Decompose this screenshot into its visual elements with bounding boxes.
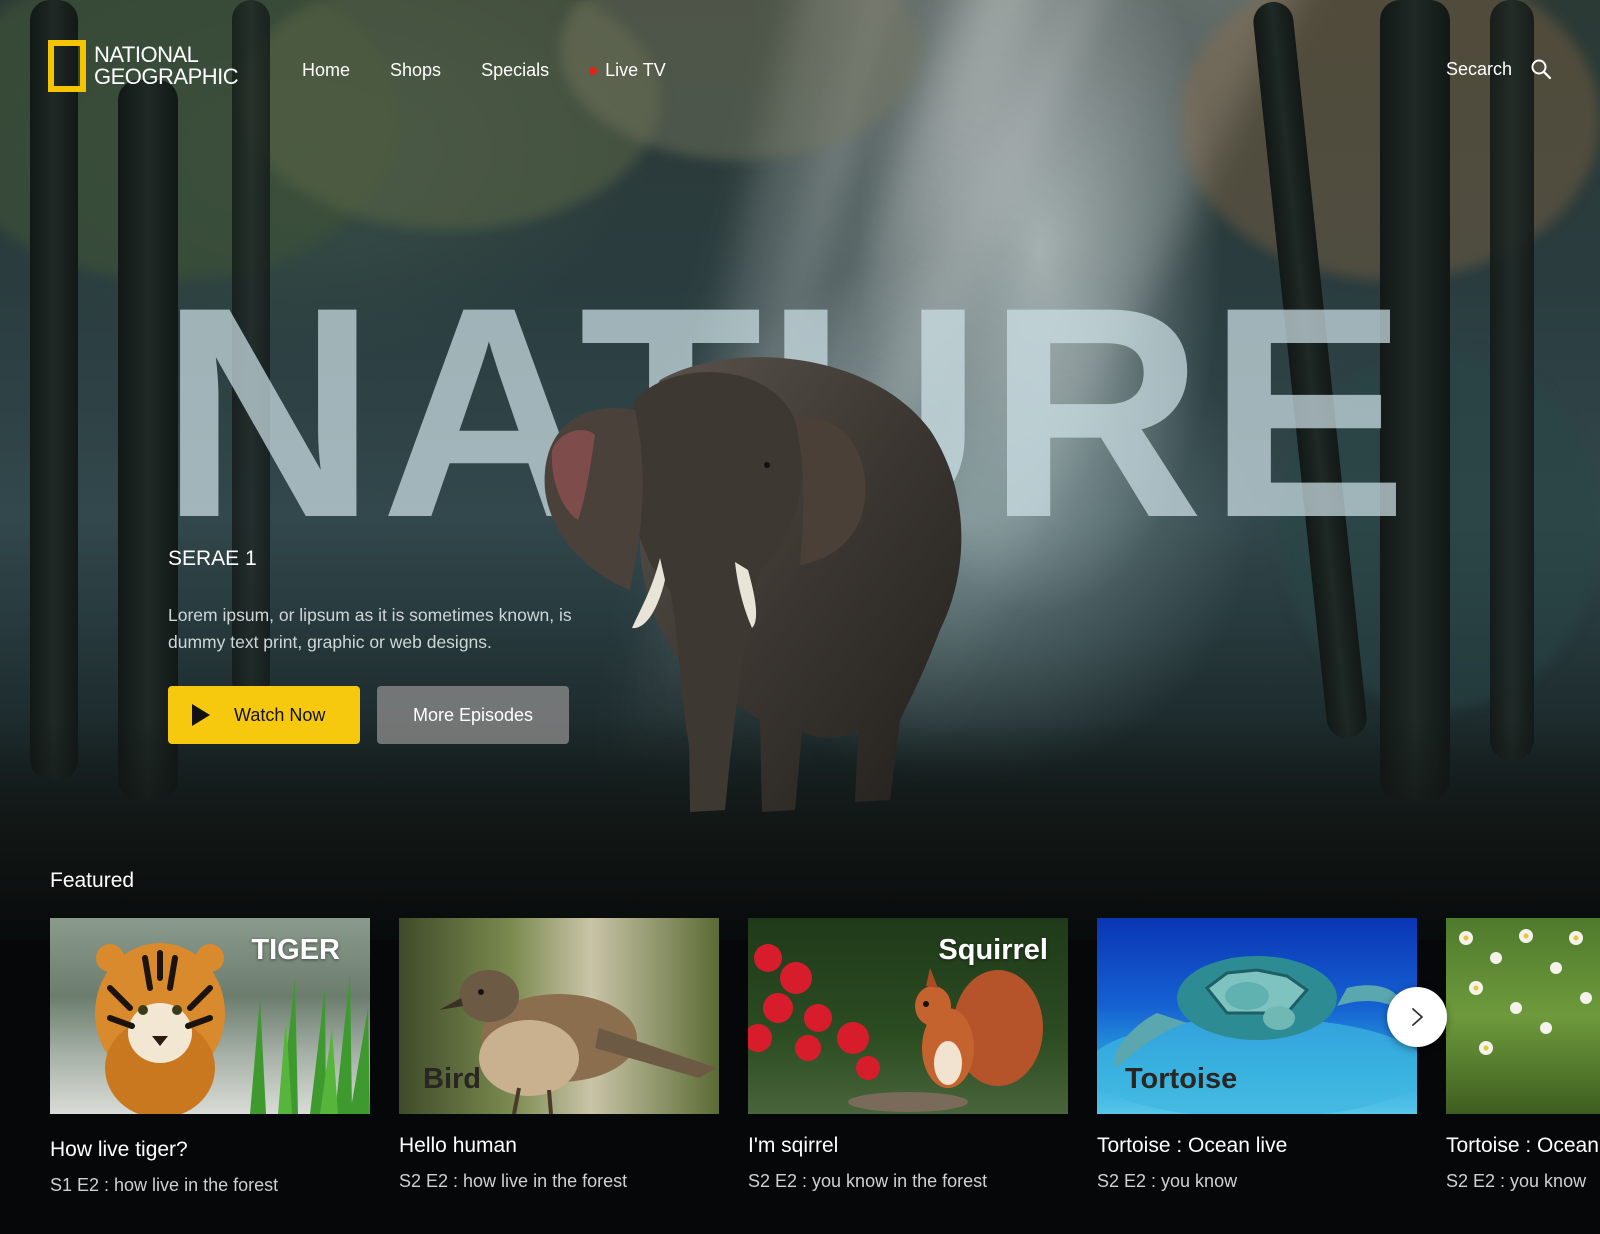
featured-card-tortoise[interactable]: Tortoise Tortoise : Ocean live S2 E2 : y…	[1097, 918, 1417, 1192]
more-episodes-button[interactable]: More Episodes	[377, 686, 569, 744]
play-icon	[192, 704, 210, 726]
card-title[interactable]: Hello human	[399, 1134, 719, 1158]
featured-card-bird[interactable]: Bird Hello human S2 E2 : how live in the…	[399, 918, 719, 1192]
live-indicator-icon	[589, 66, 598, 75]
featured-card-partial[interactable]: Tortoise : Ocean live S2 E2 : you know	[1446, 918, 1600, 1192]
watch-now-label: Watch Now	[234, 704, 326, 725]
tortoise-thumbnail[interactable]: Tortoise	[1097, 918, 1417, 1114]
card-title[interactable]: Tortoise : Ocean live	[1446, 1134, 1600, 1158]
nav-specials[interactable]: Specials	[481, 60, 549, 81]
featured-card-tiger[interactable]: TIGER How live tiger? S1 E2 : how live i…	[50, 918, 370, 1196]
nav-shops[interactable]: Shops	[390, 60, 441, 81]
card-subtitle: S2 E2 : you know	[1097, 1171, 1238, 1191]
main-nav: Home Shops Specials Live TV	[302, 60, 706, 81]
brand-logo[interactable]: NATIONAL GEOGRAPHIC	[48, 40, 239, 92]
featured-carousel: TIGER How live tiger? S1 E2 : how live i…	[50, 918, 1600, 1218]
card-title[interactable]: How live tiger?	[50, 1138, 370, 1162]
nav-home[interactable]: Home	[302, 60, 350, 81]
daisy-field-image	[1459, 929, 1592, 1055]
card-title[interactable]: I'm sqirrel	[748, 1134, 1068, 1158]
series-label: SERAE 1	[168, 547, 257, 570]
watch-now-button[interactable]: Watch Now	[168, 686, 360, 744]
brand-line-2: GEOGRAPHIC	[94, 64, 239, 89]
brand-line-1: NATIONAL	[94, 42, 199, 67]
featured-card-squirrel[interactable]: Squirrel I'm sqirrel S2 E2 : you know in…	[748, 918, 1068, 1192]
card-subtitle: S1 E2 : how live in the forest	[50, 1175, 279, 1195]
card-subtitle: S2 E2 : you know in the forest	[748, 1171, 988, 1191]
bird-image-label: Bird	[423, 1063, 481, 1095]
search-control[interactable]: Secarch	[1446, 58, 1552, 80]
tortoise-image-label: Tortoise	[1125, 1063, 1238, 1095]
search-icon[interactable]	[1530, 58, 1552, 80]
nav-live-tv-label: Live TV	[605, 60, 666, 80]
flowers-thumbnail[interactable]	[1446, 918, 1600, 1114]
carousel-next-button[interactable]	[1387, 987, 1447, 1047]
logo-frame-icon	[48, 40, 86, 92]
squirrel-thumbnail[interactable]: Squirrel	[748, 918, 1068, 1114]
elephant-illustration	[544, 357, 962, 812]
squirrel-image-label: Squirrel	[938, 934, 1048, 966]
nav-live-tv[interactable]: Live TV	[589, 60, 666, 81]
hero-description: Lorem ipsum, or lipsum as it is sometime…	[168, 605, 572, 652]
tiger-image-label: TIGER	[251, 934, 340, 966]
bird-thumbnail[interactable]: Bird	[399, 918, 719, 1114]
card-subtitle: S2 E2 : you know	[1446, 1171, 1587, 1191]
chevron-right-icon	[1412, 1008, 1423, 1026]
card-title[interactable]: Tortoise : Ocean live	[1097, 1134, 1417, 1158]
tiger-thumbnail[interactable]: TIGER	[50, 918, 370, 1114]
card-subtitle: S2 E2 : how live in the forest	[399, 1171, 628, 1191]
featured-heading: Featured	[50, 869, 135, 892]
search-label[interactable]: Secarch	[1446, 59, 1512, 80]
